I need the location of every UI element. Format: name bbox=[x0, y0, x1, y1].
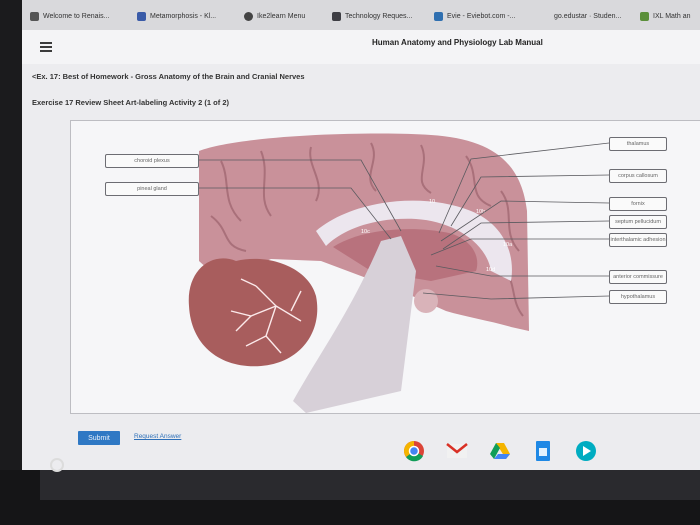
taskbar-shelf bbox=[40, 470, 700, 500]
label-interthalamic-adhesion[interactable]: interthalamic adhesion bbox=[609, 233, 667, 247]
label-choroid-plexus[interactable]: choroid plexus bbox=[105, 154, 199, 168]
globe-icon bbox=[244, 11, 253, 21]
bookmark-edustar[interactable]: go.edustar · Studen... bbox=[554, 9, 621, 23]
label-anterior-commissure[interactable]: anterior commissure bbox=[609, 270, 667, 284]
svg-text:10d: 10d bbox=[486, 267, 495, 273]
label-corpus-callosum[interactable]: corpus callosum bbox=[609, 169, 667, 183]
bookmark-welcome[interactable]: Welcome to Renais... bbox=[30, 9, 109, 23]
play-store-icon[interactable] bbox=[575, 440, 597, 462]
sheets-icon[interactable] bbox=[532, 440, 554, 462]
bookmark-ike2learn[interactable]: Ike2learn Menu bbox=[244, 9, 305, 23]
bookmarks-bar: Welcome to Renais... Metamorphosis - Kl.… bbox=[22, 0, 700, 31]
assignment-content: <Ex. 17: Best of Homework - Gross Anatom… bbox=[22, 64, 700, 470]
cerebellum bbox=[188, 258, 318, 367]
labeling-diagram: 10 10b 10a 10c 10d choroid plexus pineal… bbox=[70, 120, 700, 414]
chat-icon bbox=[434, 11, 443, 21]
bookmark-ixl[interactable]: IXL Math an bbox=[640, 9, 691, 23]
gmail-icon[interactable] bbox=[446, 440, 468, 462]
request-answer-link[interactable]: Request Answer bbox=[134, 433, 181, 440]
label-hypothalamus[interactable]: hypothalamus bbox=[609, 290, 667, 304]
bookmark-evie[interactable]: Evie - Eviebot.com -... bbox=[434, 9, 515, 23]
svg-text:10c: 10c bbox=[361, 229, 370, 235]
bookmark-technology[interactable]: Technology Reques... bbox=[332, 9, 412, 23]
label-fornix[interactable]: fornix bbox=[609, 197, 667, 211]
exercise-title: Exercise 17 Review Sheet Art-labeling Ac… bbox=[32, 98, 230, 107]
app-title: Human Anatomy and Physiology Lab Manual bbox=[372, 38, 543, 47]
pituitary-region bbox=[414, 289, 438, 313]
label-pineal-gland[interactable]: pineal gland bbox=[105, 182, 199, 196]
bookmark-metamorphosis[interactable]: Metamorphosis - Kl... bbox=[137, 9, 216, 23]
svg-text:10: 10 bbox=[429, 199, 435, 205]
ixl-icon bbox=[640, 11, 649, 21]
menu-icon[interactable] bbox=[40, 42, 52, 52]
bookmark-icon bbox=[137, 11, 146, 21]
taskbar bbox=[0, 470, 700, 525]
back-link[interactable]: <Ex. 17: Best of Homework - Gross Anatom… bbox=[32, 72, 305, 81]
launcher-icon[interactable] bbox=[50, 458, 64, 472]
site-icon bbox=[30, 11, 39, 21]
browser-window: Welcome to Renais... Metamorphosis - Kl.… bbox=[22, 0, 700, 470]
submit-button[interactable]: Submit bbox=[78, 431, 120, 445]
app-header: Human Anatomy and Physiology Lab Manual bbox=[22, 30, 700, 65]
label-septum-pellucidum[interactable]: septum pellucidum bbox=[609, 215, 667, 229]
label-thalamus[interactable]: thalamus bbox=[609, 137, 667, 151]
chrome-icon[interactable] bbox=[403, 440, 425, 462]
doc-icon bbox=[332, 11, 341, 21]
svg-text:10a: 10a bbox=[503, 242, 513, 248]
drive-icon[interactable] bbox=[489, 440, 511, 462]
